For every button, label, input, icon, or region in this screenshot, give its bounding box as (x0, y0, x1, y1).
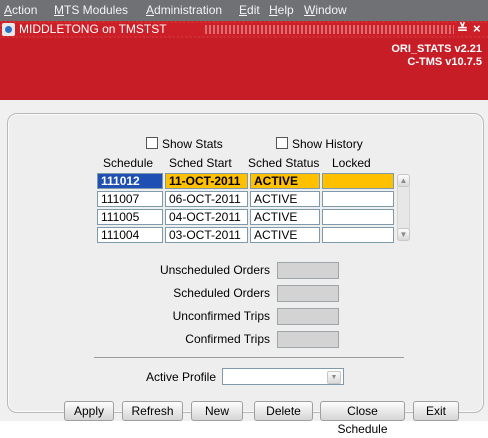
table-scrollbar-track[interactable] (397, 186, 410, 230)
apply-button[interactable]: Apply (64, 401, 114, 421)
unconfirmed-trips-field (277, 308, 339, 325)
unscheduled-orders-field (277, 262, 339, 279)
exit-button[interactable]: Exit (413, 401, 459, 421)
menu-bar: Action MTS Modules Administration Edit H… (0, 0, 488, 21)
unconfirmed-trips-label: Unconfirmed Trips (172, 309, 270, 323)
menu-edit-mnemonic: E (239, 3, 248, 17)
minimize-icon[interactable]: ≚ (457, 21, 468, 37)
show-stats-checkbox[interactable]: Show Stats (146, 137, 223, 151)
locked-cell[interactable] (322, 209, 394, 225)
menu-administration-label: dministration (154, 3, 223, 17)
delete-button[interactable]: Delete (254, 401, 313, 421)
menu-action[interactable]: Action (4, 3, 37, 17)
sched-start-cell[interactable]: 06-OCT-2011 (165, 191, 248, 207)
active-profile-select[interactable]: ▼ (222, 368, 344, 385)
section-divider (94, 357, 404, 358)
menu-window-label: indow (315, 3, 347, 17)
schedule-cell[interactable]: 111004 (97, 227, 163, 243)
confirmed-trips-field (277, 331, 339, 348)
window-title-bar: MIDDLETONG on TMSTST ≚ × (0, 21, 488, 38)
schedule-panel: Show Stats Show History Schedule Sched S… (7, 113, 484, 436)
menu-edit-label: dit (247, 3, 260, 17)
scroll-up-icon[interactable]: ▲ (397, 174, 410, 187)
close-schedule-button[interactable]: Close Schedule (320, 401, 405, 436)
schedule-cell[interactable]: 111005 (97, 209, 163, 225)
app-header: ORI_STATS v2.21 C-TMS v10.7.5 (0, 38, 488, 100)
chevron-down-icon[interactable]: ▼ (327, 371, 341, 384)
menu-window[interactable]: Window (304, 3, 347, 17)
window-title: MIDDLETONG on TMSTST (19, 22, 167, 36)
locked-cell[interactable] (322, 227, 394, 243)
show-stats-box[interactable] (146, 137, 158, 149)
sched-start-cell[interactable]: 03-OCT-2011 (165, 227, 248, 243)
menu-action-label: ction (12, 3, 38, 17)
col-header-locked: Locked (332, 156, 371, 170)
schedule-cell[interactable]: 111007 (97, 191, 163, 207)
menu-action-mnemonic: A (4, 3, 13, 17)
menu-help-mnemonic: H (269, 3, 278, 17)
menu-mts-modules-mnemonic: M (54, 3, 64, 17)
sched-status-cell[interactable]: ACTIVE (250, 227, 320, 243)
sched-status-cell[interactable]: ACTIVE (250, 173, 320, 189)
close-icon[interactable]: × (473, 21, 481, 36)
sched-status-cell[interactable]: ACTIVE (250, 191, 320, 207)
col-header-sched-start: Sched Start (169, 156, 232, 170)
new-button[interactable]: New (191, 401, 243, 421)
menu-help-label: elp (277, 3, 294, 17)
locked-cell[interactable] (322, 191, 394, 207)
menu-administration[interactable]: Administration (146, 3, 222, 17)
schedule-cell[interactable]: 111012 (97, 173, 163, 189)
menu-mts-modules[interactable]: MTS Modules (54, 3, 128, 17)
system-version: C-TMS v10.7.5 (407, 56, 482, 68)
sched-status-cell[interactable]: ACTIVE (250, 209, 320, 225)
menu-edit[interactable]: Edit (239, 3, 260, 17)
col-header-sched-status: Sched Status (248, 156, 320, 170)
locked-cell[interactable] (322, 173, 394, 189)
scroll-down-icon[interactable]: ▼ (397, 228, 410, 241)
sched-start-cell[interactable]: 04-OCT-2011 (165, 209, 248, 225)
module-version: ORI_STATS v2.21 (391, 43, 482, 55)
menu-mts-modules-label: TS Modules (64, 3, 129, 17)
show-history-box[interactable] (276, 137, 288, 149)
title-bar-pattern (205, 25, 454, 34)
show-history-checkbox[interactable]: Show History (276, 137, 363, 151)
refresh-button[interactable]: Refresh (122, 401, 183, 421)
show-history-label: Show History (292, 137, 363, 151)
menu-help[interactable]: Help (269, 3, 294, 17)
main-area: Show Stats Show History Schedule Sched S… (0, 100, 488, 436)
show-stats-label: Show Stats (162, 137, 223, 151)
confirmed-trips-label: Confirmed Trips (185, 332, 270, 346)
menu-administration-mnemonic: A (146, 3, 155, 17)
menu-window-mnemonic: W (304, 3, 316, 17)
scheduled-orders-field (277, 285, 339, 302)
app-icon (2, 23, 15, 36)
active-profile-label: Active Profile (145, 370, 216, 384)
scheduled-orders-label: Scheduled Orders (173, 286, 270, 300)
sched-start-cell[interactable]: 11-OCT-2011 (165, 173, 248, 189)
col-header-schedule: Schedule (103, 156, 154, 170)
unscheduled-orders-label: Unscheduled Orders (159, 263, 270, 277)
